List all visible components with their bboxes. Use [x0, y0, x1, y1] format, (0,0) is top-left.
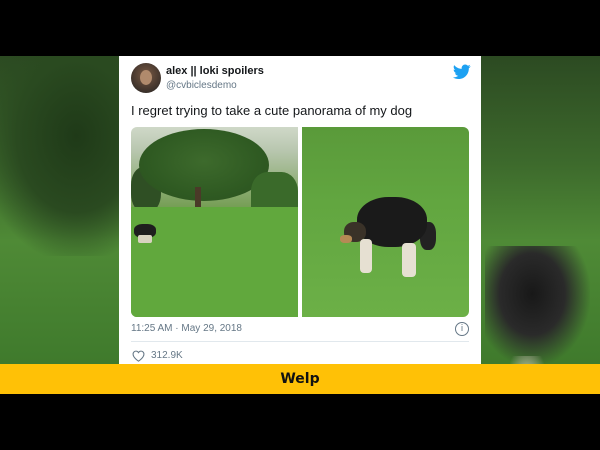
dog-small-legs	[138, 235, 152, 243]
dog-leg-back	[402, 243, 416, 277]
caption-bar: Welp	[0, 364, 600, 394]
twitter-bird-icon[interactable]	[453, 64, 471, 80]
panorama-photo-right[interactable]	[302, 127, 469, 317]
avatar[interactable]	[131, 63, 161, 93]
tweet-card: alex || loki spoilers @cvbiclesdemo I re…	[119, 56, 481, 364]
tweet-timestamp[interactable]: 11:25 AM · May 29, 2018	[131, 323, 242, 334]
letterbox-bottom	[0, 394, 600, 450]
tweet-media[interactable]	[131, 127, 469, 317]
avatar-face	[140, 70, 152, 85]
like-count[interactable]: 312.9K	[151, 350, 183, 361]
author-handle[interactable]: @cvbiclesdemo	[166, 80, 237, 91]
heart-icon[interactable]	[132, 350, 145, 362]
lawn	[131, 207, 298, 317]
tree-trunk	[195, 187, 201, 209]
info-icon[interactable]: i	[455, 322, 469, 336]
dog-snout	[340, 235, 352, 243]
tree-canopy	[139, 129, 269, 201]
dog-leg-front	[360, 239, 372, 273]
panorama-photo-left[interactable]	[131, 127, 298, 317]
blurred-dog	[485, 246, 590, 364]
divider	[131, 341, 469, 342]
letterbox-top	[0, 0, 600, 56]
caption-text: Welp	[280, 371, 320, 387]
tweet-text: I regret trying to take a cute panorama …	[131, 103, 413, 118]
blurred-dog-leg	[507, 356, 547, 364]
author-name[interactable]: alex || loki spoilers	[166, 65, 264, 77]
